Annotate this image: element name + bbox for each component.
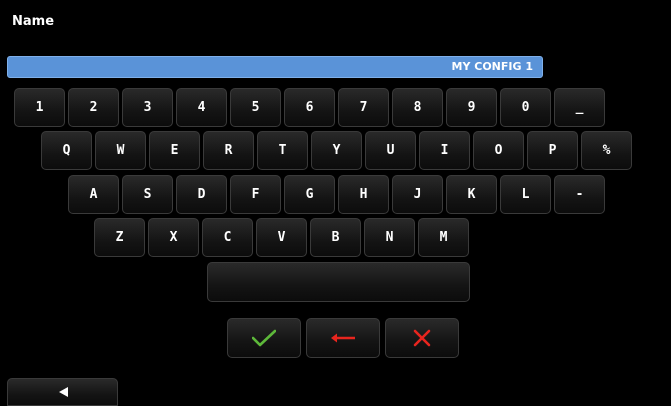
key-o[interactable]: O <box>473 131 524 170</box>
key-2[interactable]: 2 <box>68 88 119 127</box>
key-1[interactable]: 1 <box>14 88 65 127</box>
key-6[interactable]: 6 <box>284 88 335 127</box>
page-title: Name <box>12 14 55 29</box>
space-key[interactable] <box>207 262 470 302</box>
key-5[interactable]: 5 <box>230 88 281 127</box>
x-icon <box>413 329 431 347</box>
key-underscore[interactable]: _ <box>554 88 605 127</box>
back-button[interactable] <box>7 378 118 406</box>
key-4[interactable]: 4 <box>176 88 227 127</box>
key-a[interactable]: A <box>68 175 119 214</box>
key-b[interactable]: B <box>310 218 361 257</box>
key-r[interactable]: R <box>203 131 254 170</box>
key-p[interactable]: P <box>527 131 578 170</box>
key-y[interactable]: Y <box>311 131 362 170</box>
key-t[interactable]: T <box>257 131 308 170</box>
checkmark-icon <box>252 329 276 347</box>
key-j[interactable]: J <box>392 175 443 214</box>
cancel-button[interactable] <box>385 318 459 358</box>
key-h[interactable]: H <box>338 175 389 214</box>
key-q[interactable]: Q <box>41 131 92 170</box>
keyboard-row-3: ASDFGHJKL- <box>68 175 605 214</box>
keyboard-row-2: Q W E R T Y U I O P% <box>41 131 632 170</box>
key-8[interactable]: 8 <box>392 88 443 127</box>
key-hyphen[interactable]: - <box>554 175 605 214</box>
key-g[interactable]: G <box>284 175 335 214</box>
key-3[interactable]: 3 <box>122 88 173 127</box>
key-s[interactable]: S <box>122 175 173 214</box>
key-i[interactable]: I <box>419 131 470 170</box>
key-u[interactable]: U <box>365 131 416 170</box>
key-7[interactable]: 7 <box>338 88 389 127</box>
left-arrow-icon <box>331 333 355 343</box>
accept-button[interactable] <box>227 318 301 358</box>
key-w[interactable]: W <box>95 131 146 170</box>
key-m[interactable]: M <box>418 218 469 257</box>
key-e[interactable]: E <box>149 131 200 170</box>
key-f[interactable]: F <box>230 175 281 214</box>
backspace-button[interactable] <box>306 318 380 358</box>
key-v[interactable]: V <box>256 218 307 257</box>
key-9[interactable]: 9 <box>446 88 497 127</box>
key-n[interactable]: N <box>364 218 415 257</box>
key-d[interactable]: D <box>176 175 227 214</box>
key-0[interactable]: 0 <box>500 88 551 127</box>
key-x[interactable]: X <box>148 218 199 257</box>
keyboard-row-4: ZXCVBNM <box>94 218 469 257</box>
key-c[interactable]: C <box>202 218 253 257</box>
back-triangle-icon <box>58 387 68 397</box>
key-l[interactable]: L <box>500 175 551 214</box>
key-z[interactable]: Z <box>94 218 145 257</box>
key-k[interactable]: K <box>446 175 497 214</box>
keyboard-row-1: 1 2 3 4 5 6 7 8 9 0 _ <box>14 88 605 127</box>
name-input[interactable]: MY CONFIG 1 <box>7 56 543 78</box>
key-percent[interactable]: % <box>581 131 632 170</box>
